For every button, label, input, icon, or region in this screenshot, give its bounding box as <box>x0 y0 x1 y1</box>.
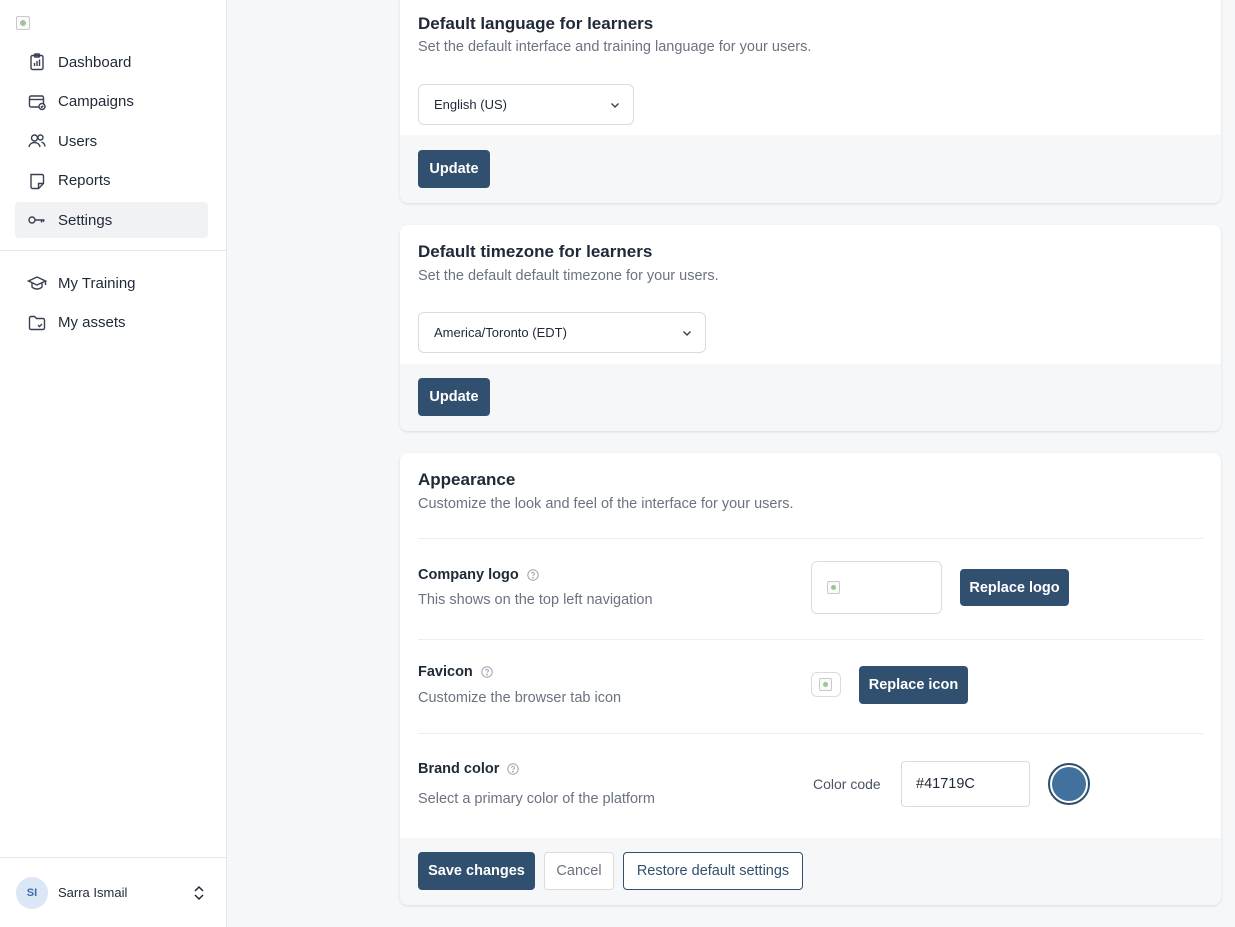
reports-icon <box>27 171 47 191</box>
language-card-title: Default language for learners <box>418 14 654 33</box>
language-select[interactable]: English (US) <box>418 84 634 125</box>
sidebar-item-label: Settings <box>58 211 113 229</box>
key-icon <box>27 210 47 230</box>
help-icon[interactable] <box>481 666 493 678</box>
timezone-card: Default timezone for learners Set the de… <box>400 225 1221 431</box>
update-language-button[interactable]: Update <box>418 150 490 188</box>
divider <box>418 538 1203 539</box>
appearance-card-title: Appearance <box>418 470 516 489</box>
timezone-select[interactable]: America/Toronto (EDT) <box>418 312 706 353</box>
sidebar-item-my-assets[interactable]: My assets <box>15 305 208 341</box>
favicon-label-text: Favicon <box>418 664 473 680</box>
company-logo-label-text: Company logo <box>418 567 519 583</box>
brand-color-label-text: Brand color <box>418 761 500 777</box>
timezone-select-value: America/Toronto (EDT) <box>434 325 567 340</box>
favicon-description: Customize the browser tab icon <box>418 690 622 706</box>
divider <box>418 733 1203 734</box>
sidebar-item-label: My Training <box>58 274 136 292</box>
sidebar-item-label: Campaigns <box>58 93 134 110</box>
chevron-down-icon <box>683 331 691 336</box>
company-logo-description: This shows on the top left navigation <box>418 592 653 608</box>
divider <box>418 639 1203 640</box>
sidebar-item-users[interactable]: Users <box>15 123 208 159</box>
campaigns-icon <box>27 92 47 112</box>
sidebar-item-settings[interactable]: Settings <box>15 202 208 238</box>
sidebar-item-dashboard[interactable]: Dashboard <box>15 44 208 80</box>
help-icon[interactable] <box>507 763 520 775</box>
users-icon <box>27 131 47 151</box>
secondary-nav: My Training My assets <box>15 265 208 344</box>
update-timezone-button[interactable]: Update <box>418 378 490 416</box>
sidebar-item-my-training[interactable]: My Training <box>15 265 208 301</box>
folder-icon <box>27 313 47 333</box>
user-name: Sarra Ismail <box>58 885 128 900</box>
appearance-card-footer: Save changes Cancel Restore default sett… <box>400 838 1221 905</box>
broken-image-icon <box>827 581 840 594</box>
replace-icon-button[interactable]: Replace icon <box>859 666 968 704</box>
sidebar-item-reports[interactable]: Reports <box>15 163 208 199</box>
replace-logo-button[interactable]: Replace logo <box>960 569 1069 606</box>
favicon-label: Favicon <box>418 664 493 680</box>
sidebar-item-label: Reports <box>58 172 111 189</box>
favicon-preview <box>811 672 841 697</box>
sidebar-divider <box>0 250 226 251</box>
language-card-footer: Update <box>400 135 1221 203</box>
brand-color-swatch[interactable] <box>1048 763 1090 805</box>
brand-color-description: Select a primary color of the platform <box>418 791 655 807</box>
color-code-input[interactable]: #41719C <box>901 761 1030 807</box>
company-logo-label: Company logo <box>418 567 539 583</box>
company-logo-preview <box>811 561 942 614</box>
main-nav: Dashboard Campaigns Users Reports Settin… <box>15 44 208 242</box>
sidebar-item-campaigns[interactable]: Campaigns <box>15 84 208 120</box>
sidebar-item-label: My assets <box>58 314 126 331</box>
cancel-button[interactable]: Cancel <box>544 852 614 890</box>
sidebar-item-label: Dashboard <box>58 53 132 71</box>
timezone-card-footer: Update <box>400 364 1221 431</box>
brand-color-swatch-fill <box>1052 767 1086 801</box>
timezone-card-subtitle: Set the default default timezone for you… <box>418 268 719 284</box>
company-logo-image[interactable] <box>16 16 30 30</box>
appearance-card: Appearance Customize the look and feel o… <box>400 453 1221 905</box>
avatar: SI <box>16 876 48 909</box>
broken-image-icon <box>819 678 832 691</box>
language-card: Default language for learners Set the de… <box>400 0 1221 203</box>
chevron-down-icon <box>611 103 619 108</box>
brand-color-label: Brand color <box>418 761 520 777</box>
graduation-cap-icon <box>27 273 47 293</box>
dashboard-icon <box>27 52 47 72</box>
user-menu[interactable]: SI Sarra Ismail <box>0 857 226 927</box>
restore-defaults-button[interactable]: Restore default settings <box>623 852 803 890</box>
save-changes-button[interactable]: Save changes <box>418 852 535 890</box>
sidebar-item-label: Users <box>58 132 98 150</box>
help-icon[interactable] <box>527 569 539 581</box>
language-select-value: English (US) <box>434 97 507 112</box>
chevron-up-down-icon[interactable] <box>192 884 206 902</box>
appearance-card-subtitle: Customize the look and feel of the inter… <box>418 496 794 512</box>
timezone-card-title: Default timezone for learners <box>418 242 653 261</box>
sidebar: Dashboard Campaigns Users Reports Settin… <box>0 0 227 927</box>
color-code-label: Color code <box>813 776 881 792</box>
language-card-subtitle: Set the default interface and training l… <box>418 39 812 55</box>
